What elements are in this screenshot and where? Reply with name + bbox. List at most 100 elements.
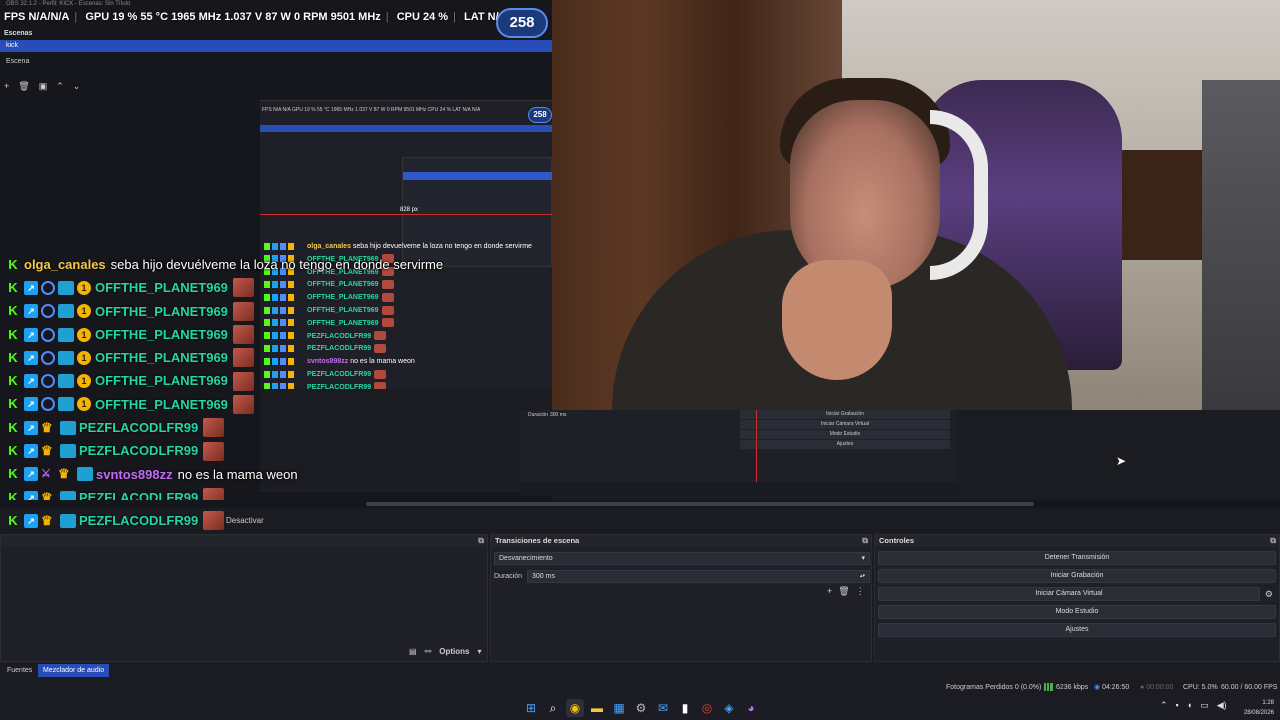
tab-sources[interactable]: Fuentes — [2, 664, 37, 677]
settings-button[interactable]: Ajustes — [878, 623, 1276, 637]
inner-btn-studio: Modo Estudio — [740, 430, 950, 439]
popout-icon[interactable]: ⧉ — [1270, 535, 1276, 547]
circle-badge-icon — [41, 304, 55, 319]
bitrate: 6236 kbps — [1044, 680, 1088, 696]
chevron-down-icon[interactable]: ⌄ — [73, 81, 81, 93]
clock-date: 28/08/2026 — [1243, 710, 1274, 716]
person-hand — [782, 260, 892, 380]
search-icon[interactable]: ⌕ — [544, 699, 562, 717]
mail-icon[interactable]: ✉ — [654, 699, 672, 717]
inner-taskbar — [520, 482, 956, 495]
mixer-options-button[interactable]: Options — [439, 647, 469, 656]
duration-input[interactable]: 300 ms ▴▾ — [527, 570, 870, 583]
controls-title: Controles — [879, 536, 915, 545]
chat-username: OFFTHE_PLANET969 — [95, 373, 228, 389]
trash-icon[interactable]: 🗑 — [18, 81, 29, 93]
controls-header: Controles ⧉ — [875, 535, 1279, 547]
kick-badge-icon: K — [8, 466, 18, 482]
emote-thumbnail — [232, 301, 254, 321]
verified-badge-icon: ↗ — [24, 374, 38, 389]
more-icon[interactable]: ⋮ — [856, 586, 865, 597]
start-virtual-camera-button[interactable]: Iniciar Cámara Virtual — [878, 587, 1260, 601]
emote-thumbnail — [203, 441, 225, 461]
overlay-stats-bar: FPS N/A/N/A | GPU 19 % 55 °C 1965 MHz 1.0… — [0, 8, 528, 26]
lat-label: LAT — [464, 11, 485, 23]
webcam-feed — [552, 0, 1280, 410]
trash-icon[interactable]: 🗑 — [838, 586, 849, 597]
inner-btn-settings: Ajustes — [740, 440, 950, 449]
audio-mixer-dock: ⧉ ▤ ⚯ Options ▾ — [0, 534, 488, 662]
studio-mode-button[interactable]: Modo Estudio — [878, 605, 1276, 619]
link-icon[interactable]: ⚯ — [425, 647, 432, 656]
obs-icon[interactable]: ◎ — [698, 699, 716, 717]
add-icon[interactable]: + — [827, 586, 832, 597]
chevron-up-icon[interactable]: ⌃ — [1160, 700, 1168, 711]
subscriber-badge-icon — [58, 280, 74, 295]
windows-start-icon[interactable]: ⊞ — [522, 699, 540, 717]
guide-px-label: 828 px — [400, 207, 419, 213]
add-icon[interactable]: + — [4, 81, 9, 93]
guide-line — [260, 214, 552, 215]
dropped-frames: Fotogramas Perdidos 0 (0.0%) — [946, 684, 1042, 691]
rec-time: ● 00:00:00 — [1140, 680, 1173, 696]
mic-icon[interactable]: ◖ — [1187, 700, 1192, 711]
clock[interactable]: 1:28 28/08/2026 — [1244, 698, 1274, 718]
window-title: OBS 32.1.2 - Perfil: KICK - Escenas: Sin… — [6, 1, 131, 7]
chat-username: olga_canales — [24, 257, 106, 272]
duration-label: Duración — [494, 573, 523, 580]
circle-badge-icon — [41, 374, 55, 389]
filter-icon[interactable]: ▣ — [39, 81, 48, 93]
layout-icon[interactable]: ▤ — [409, 647, 417, 656]
file-explorer-icon[interactable]: ▬ — [588, 699, 606, 717]
gear-icon[interactable]: ⚙ — [1265, 589, 1273, 600]
kick-badge-icon: K — [8, 373, 18, 389]
volume-icon[interactable]: ◀) — [1217, 700, 1227, 711]
chat-username: svntos898zz — [96, 466, 173, 482]
circle-badge-icon — [41, 327, 55, 342]
settings-icon[interactable]: ⚙ — [632, 699, 650, 717]
scene-item-kick[interactable]: kick — [0, 40, 552, 52]
scenes-header: Escenas — [4, 30, 33, 37]
nested-viewer-badge: 258 — [528, 107, 552, 123]
emote-thumbnail — [232, 394, 254, 414]
popout-icon[interactable]: ⧉ — [862, 535, 868, 547]
options-dropdown-icon[interactable]: ▾ — [477, 647, 481, 656]
kick-badge-icon: K — [8, 279, 18, 295]
gold-badge-icon: 1 — [77, 397, 91, 412]
chat-message: K ↗ 1 OFFTHE_PLANET969 — [6, 276, 476, 299]
scene-transitions-dock: Transiciones de escena ⧉ Desvanecimiento ▾… — [490, 534, 872, 662]
tab-audio-mixer[interactable]: Mezclador de audio — [38, 664, 110, 677]
chat-username: OFFTHE_PLANET969 — [95, 280, 228, 296]
verified-badge-icon: ↗ — [24, 420, 38, 435]
cpu-label: CPU — [396, 11, 420, 23]
discord-icon[interactable]: ◕ — [742, 699, 760, 717]
kick-badge-icon: K — [8, 443, 18, 459]
crown-icon: ♛ — [41, 443, 53, 459]
stop-streaming-button[interactable]: Detener Transmisión — [878, 551, 1276, 565]
chat-text: no es la mama weon — [177, 466, 298, 482]
inner-btn-virtualcam: Iniciar Cámara Virtual — [740, 420, 950, 429]
transition-value: Desvanecimiento — [499, 555, 553, 562]
store-icon[interactable]: ▦ — [610, 699, 628, 717]
stepper-icon[interactable]: ▴▾ — [860, 571, 865, 582]
tray-app-icon[interactable]: ▪ — [1176, 700, 1179, 711]
dock-tabs: Fuentes Mezclador de audio — [0, 662, 488, 678]
preview-scrollbar[interactable] — [0, 500, 1280, 508]
audio-app-icon[interactable]: ▮ — [676, 699, 694, 717]
sword-icon: ⚔ — [41, 468, 51, 481]
transition-select[interactable]: Desvanecimiento ▾ — [494, 552, 870, 565]
emote-thumbnail — [232, 371, 254, 391]
deactivate-button[interactable]: Desactivar — [222, 514, 268, 527]
network-icon[interactable]: ▭ — [1200, 700, 1209, 711]
chevron-up-icon[interactable]: ⌃ — [56, 81, 64, 93]
subscriber-badge-icon — [77, 467, 93, 482]
popout-icon[interactable]: ⧉ — [478, 535, 484, 547]
chrome-icon[interactable]: ◉ — [566, 699, 584, 717]
stream-time: ◉ 04:26:50 — [1094, 680, 1129, 696]
inner-duration-label: Duración — [528, 412, 549, 418]
app-icon[interactable]: ◈ — [720, 699, 738, 717]
scene-item-escena[interactable]: Escena — [0, 56, 552, 68]
scrollbar-thumb[interactable] — [366, 502, 1034, 506]
emote-thumbnail — [232, 348, 254, 368]
start-recording-button[interactable]: Iniciar Grabación — [878, 569, 1276, 583]
